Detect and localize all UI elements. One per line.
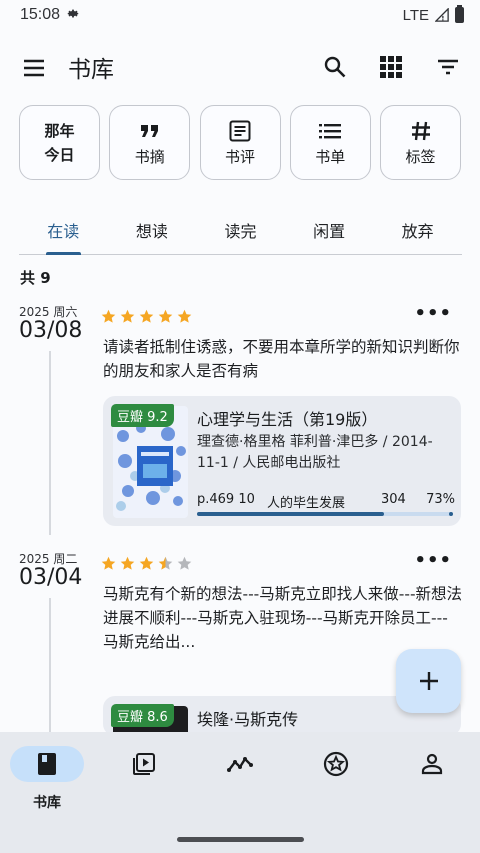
star-badge-icon bbox=[323, 751, 349, 777]
tab-finished[interactable]: 读完 bbox=[196, 208, 285, 254]
reviews-label: 书评 bbox=[224, 148, 255, 166]
reviews-button[interactable]: 书评 bbox=[199, 105, 281, 180]
rating-stars bbox=[101, 309, 192, 324]
nav-media[interactable] bbox=[107, 746, 181, 782]
book-meta: 理查德·格里格 菲利普·津巴多 / 2014-11-1 / 人民邮电出版社 bbox=[197, 434, 433, 471]
signal-icon bbox=[435, 8, 449, 22]
excerpt-text: 请读者抵制住诱惑，不要用本章所学的新知识判断你的朋友和家人是否有病 bbox=[103, 338, 460, 380]
tab-abandoned[interactable]: 放弃 bbox=[373, 208, 462, 254]
entry-month-day: 03/08 bbox=[19, 318, 83, 343]
booklists-label: 书单 bbox=[315, 148, 346, 166]
book-title: 埃隆·马斯克传 bbox=[197, 710, 299, 729]
quote-icon bbox=[140, 118, 160, 144]
progress-page: p.469 10 bbox=[197, 492, 255, 507]
progress-bar bbox=[197, 512, 453, 516]
excerpt-text: 马斯克有个新的想法---马斯克立即找人来做---新想法进展不顺利---马斯克入驻… bbox=[103, 585, 463, 651]
more-options-icon[interactable]: ••• bbox=[414, 303, 452, 324]
progress-bar-fill bbox=[197, 512, 384, 516]
app-bar: 书库 bbox=[0, 40, 480, 96]
nav-profile[interactable] bbox=[395, 746, 469, 782]
star-icon bbox=[177, 309, 192, 323]
page-title: 书库 bbox=[68, 57, 114, 83]
network-label: LTE bbox=[402, 6, 429, 24]
status-time: 15:08 bbox=[20, 6, 61, 23]
excerpts-label: 书摘 bbox=[134, 148, 165, 166]
timeline-line bbox=[49, 598, 51, 738]
entry-date: 2025 周六 03/08 bbox=[19, 303, 83, 343]
progress-chapter: 人的毕生发展 bbox=[267, 496, 346, 511]
progress-total: 304 bbox=[381, 492, 406, 507]
rating-stars bbox=[101, 556, 192, 571]
person-icon bbox=[421, 753, 443, 775]
total-count: 共 9 bbox=[20, 269, 51, 287]
status-tabs: 在读 想读 读完 闲置 放弃 bbox=[19, 208, 462, 255]
today-in-history-button[interactable]: 那年 今日 bbox=[19, 105, 100, 180]
menu-icon[interactable] bbox=[22, 56, 46, 80]
star-icon bbox=[120, 556, 135, 570]
star-icon bbox=[139, 556, 154, 570]
status-bar: 15:08 LTE bbox=[0, 0, 480, 30]
today-line1: 那年 bbox=[44, 121, 75, 140]
tab-reading[interactable]: 在读 bbox=[19, 208, 108, 255]
search-icon[interactable] bbox=[320, 52, 350, 82]
book-card[interactable]: 豆瓣 9.2 心理学与生活（第19版） 理查德·格里格 菲利普·津巴多 / 20… bbox=[103, 396, 461, 526]
star-icon bbox=[101, 309, 116, 323]
tab-idle[interactable]: 闲置 bbox=[285, 208, 374, 254]
tags-label: 标签 bbox=[405, 148, 436, 166]
battery-icon bbox=[455, 5, 464, 23]
star-icon bbox=[158, 309, 173, 323]
star-icon bbox=[177, 556, 192, 570]
hashtag-icon bbox=[411, 118, 431, 144]
tab-want-to-read[interactable]: 想读 bbox=[108, 208, 197, 254]
filter-icon[interactable] bbox=[433, 52, 463, 82]
gesture-handle bbox=[177, 837, 304, 842]
reading-progress-info: p.469 10 人的毕生发展 304 73% bbox=[197, 492, 455, 511]
article-icon bbox=[229, 118, 251, 144]
quick-actions: 那年 今日 书摘 书评 书单 标签 bbox=[19, 105, 461, 180]
douban-rating-badge: 豆瓣 9.2 bbox=[111, 404, 174, 427]
booklists-button[interactable]: 书单 bbox=[289, 105, 371, 180]
video-library-icon bbox=[133, 753, 155, 775]
plus-icon bbox=[419, 672, 438, 690]
entry-date: 2025 周二 03/04 bbox=[19, 550, 83, 590]
book-icon bbox=[38, 753, 56, 775]
timeline-line bbox=[49, 351, 51, 535]
nav-stats[interactable] bbox=[203, 746, 277, 782]
douban-rating-badge: 豆瓣 8.6 bbox=[111, 704, 174, 727]
status-right: LTE bbox=[402, 5, 464, 24]
star-icon bbox=[139, 309, 154, 323]
entry-month-day: 03/04 bbox=[19, 565, 83, 590]
nav-library[interactable] bbox=[10, 746, 84, 782]
nav-achievements[interactable] bbox=[299, 746, 373, 782]
star-icon bbox=[120, 309, 135, 323]
gear-icon bbox=[66, 6, 80, 24]
tags-button[interactable]: 标签 bbox=[380, 105, 461, 180]
add-button[interactable] bbox=[396, 649, 461, 713]
more-options-icon[interactable]: ••• bbox=[414, 550, 452, 571]
today-line2: 今日 bbox=[44, 145, 75, 164]
progress-percent: 73% bbox=[426, 492, 455, 507]
bottom-nav: 书库 bbox=[0, 732, 480, 853]
excerpts-button[interactable]: 书摘 bbox=[109, 105, 191, 180]
star-icon bbox=[158, 556, 173, 570]
star-icon bbox=[101, 556, 116, 570]
book-title: 心理学与生活（第19版） bbox=[197, 410, 378, 429]
nav-library-label: 书库 bbox=[33, 795, 61, 811]
stats-icon bbox=[227, 757, 253, 772]
grid-view-icon[interactable] bbox=[376, 52, 406, 82]
progress-bar-end bbox=[449, 512, 453, 516]
list-icon bbox=[319, 118, 342, 144]
